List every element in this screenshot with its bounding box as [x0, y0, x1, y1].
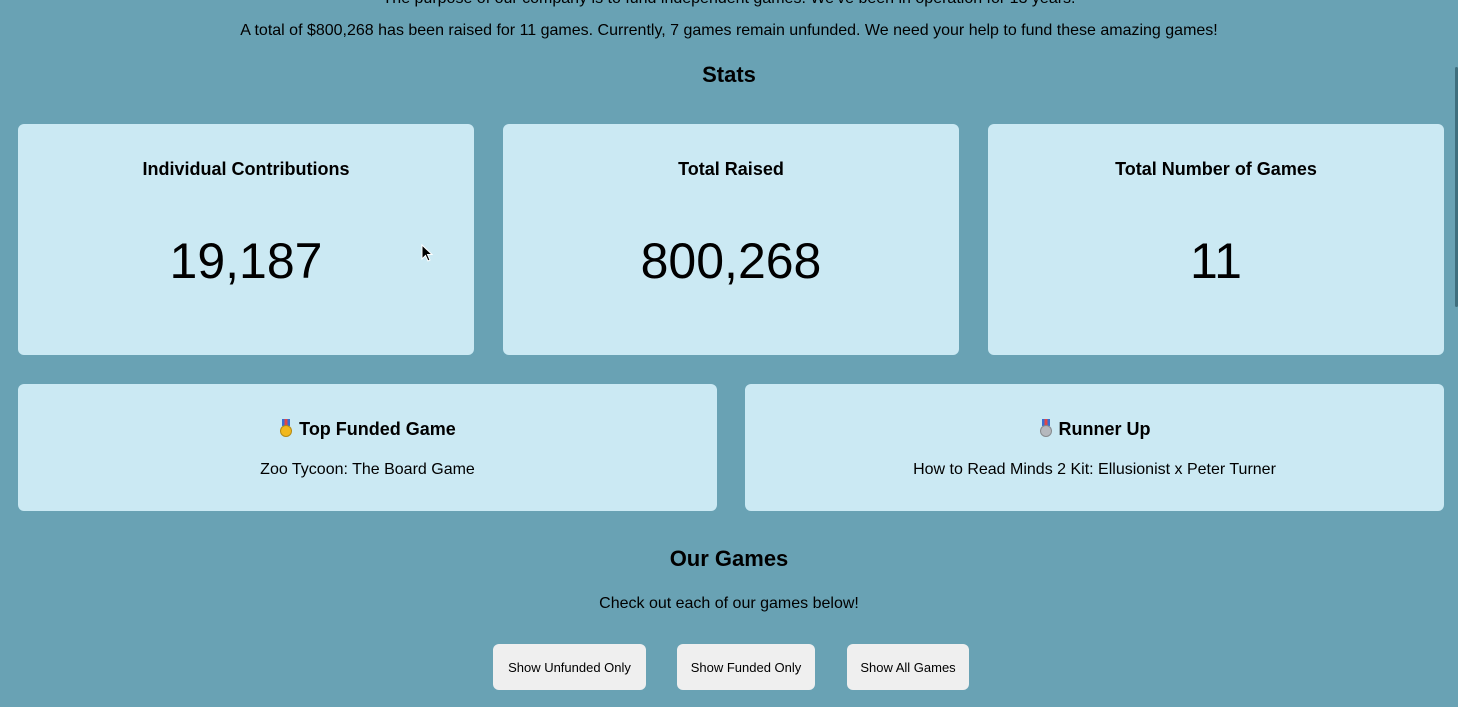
our-games-heading: Our Games	[669, 546, 789, 571]
silver-medal-icon	[1039, 419, 1053, 437]
our-games-subtitle: Check out each of our games below!	[599, 595, 859, 612]
stat-card-value: 19,187	[169, 233, 323, 289]
stat-card-title: Individual Contributions	[142, 159, 350, 179]
stat-card-title: Total Raised	[678, 159, 784, 179]
runner-up-label: Runner Up	[1058, 419, 1151, 439]
runner-up-card: Runner Up How to Read Minds 2 Kit: Ellus…	[745, 384, 1444, 511]
intro-summary-text: A total of $800,268 has been raised for …	[240, 22, 1218, 39]
mouse-cursor-icon	[421, 244, 433, 262]
stat-card-total-games: Total Number of Games 11	[988, 124, 1444, 355]
show-funded-button[interactable]: Show Funded Only	[677, 644, 815, 690]
top-funded-label: Top Funded Game	[299, 419, 456, 439]
show-all-games-button[interactable]: Show All Games	[847, 644, 969, 690]
gold-medal-icon	[279, 419, 293, 437]
page: The purpose of our company is to fund in…	[0, 0, 1458, 707]
show-unfunded-button[interactable]: Show Unfunded Only	[493, 644, 646, 690]
top-funded-game-card: Top Funded Game Zoo Tycoon: The Board Ga…	[18, 384, 717, 511]
top-funded-game-name: Zoo Tycoon: The Board Game	[260, 461, 475, 478]
stat-card-value: 800,268	[640, 233, 822, 289]
stats-heading: Stats	[702, 62, 756, 87]
intro-mission-text: The purpose of our company is to fund in…	[0, 0, 1458, 9]
stat-card-total-raised: Total Raised 800,268	[503, 124, 959, 355]
stat-card-value: 11	[1190, 233, 1242, 289]
runner-up-title: Runner Up	[745, 417, 1444, 441]
stat-card-contributions: Individual Contributions 19,187	[18, 124, 474, 355]
runner-up-game-name: How to Read Minds 2 Kit: Ellusionist x P…	[913, 461, 1276, 478]
stat-card-title: Total Number of Games	[1115, 159, 1317, 179]
top-funded-title: Top Funded Game	[18, 417, 717, 441]
